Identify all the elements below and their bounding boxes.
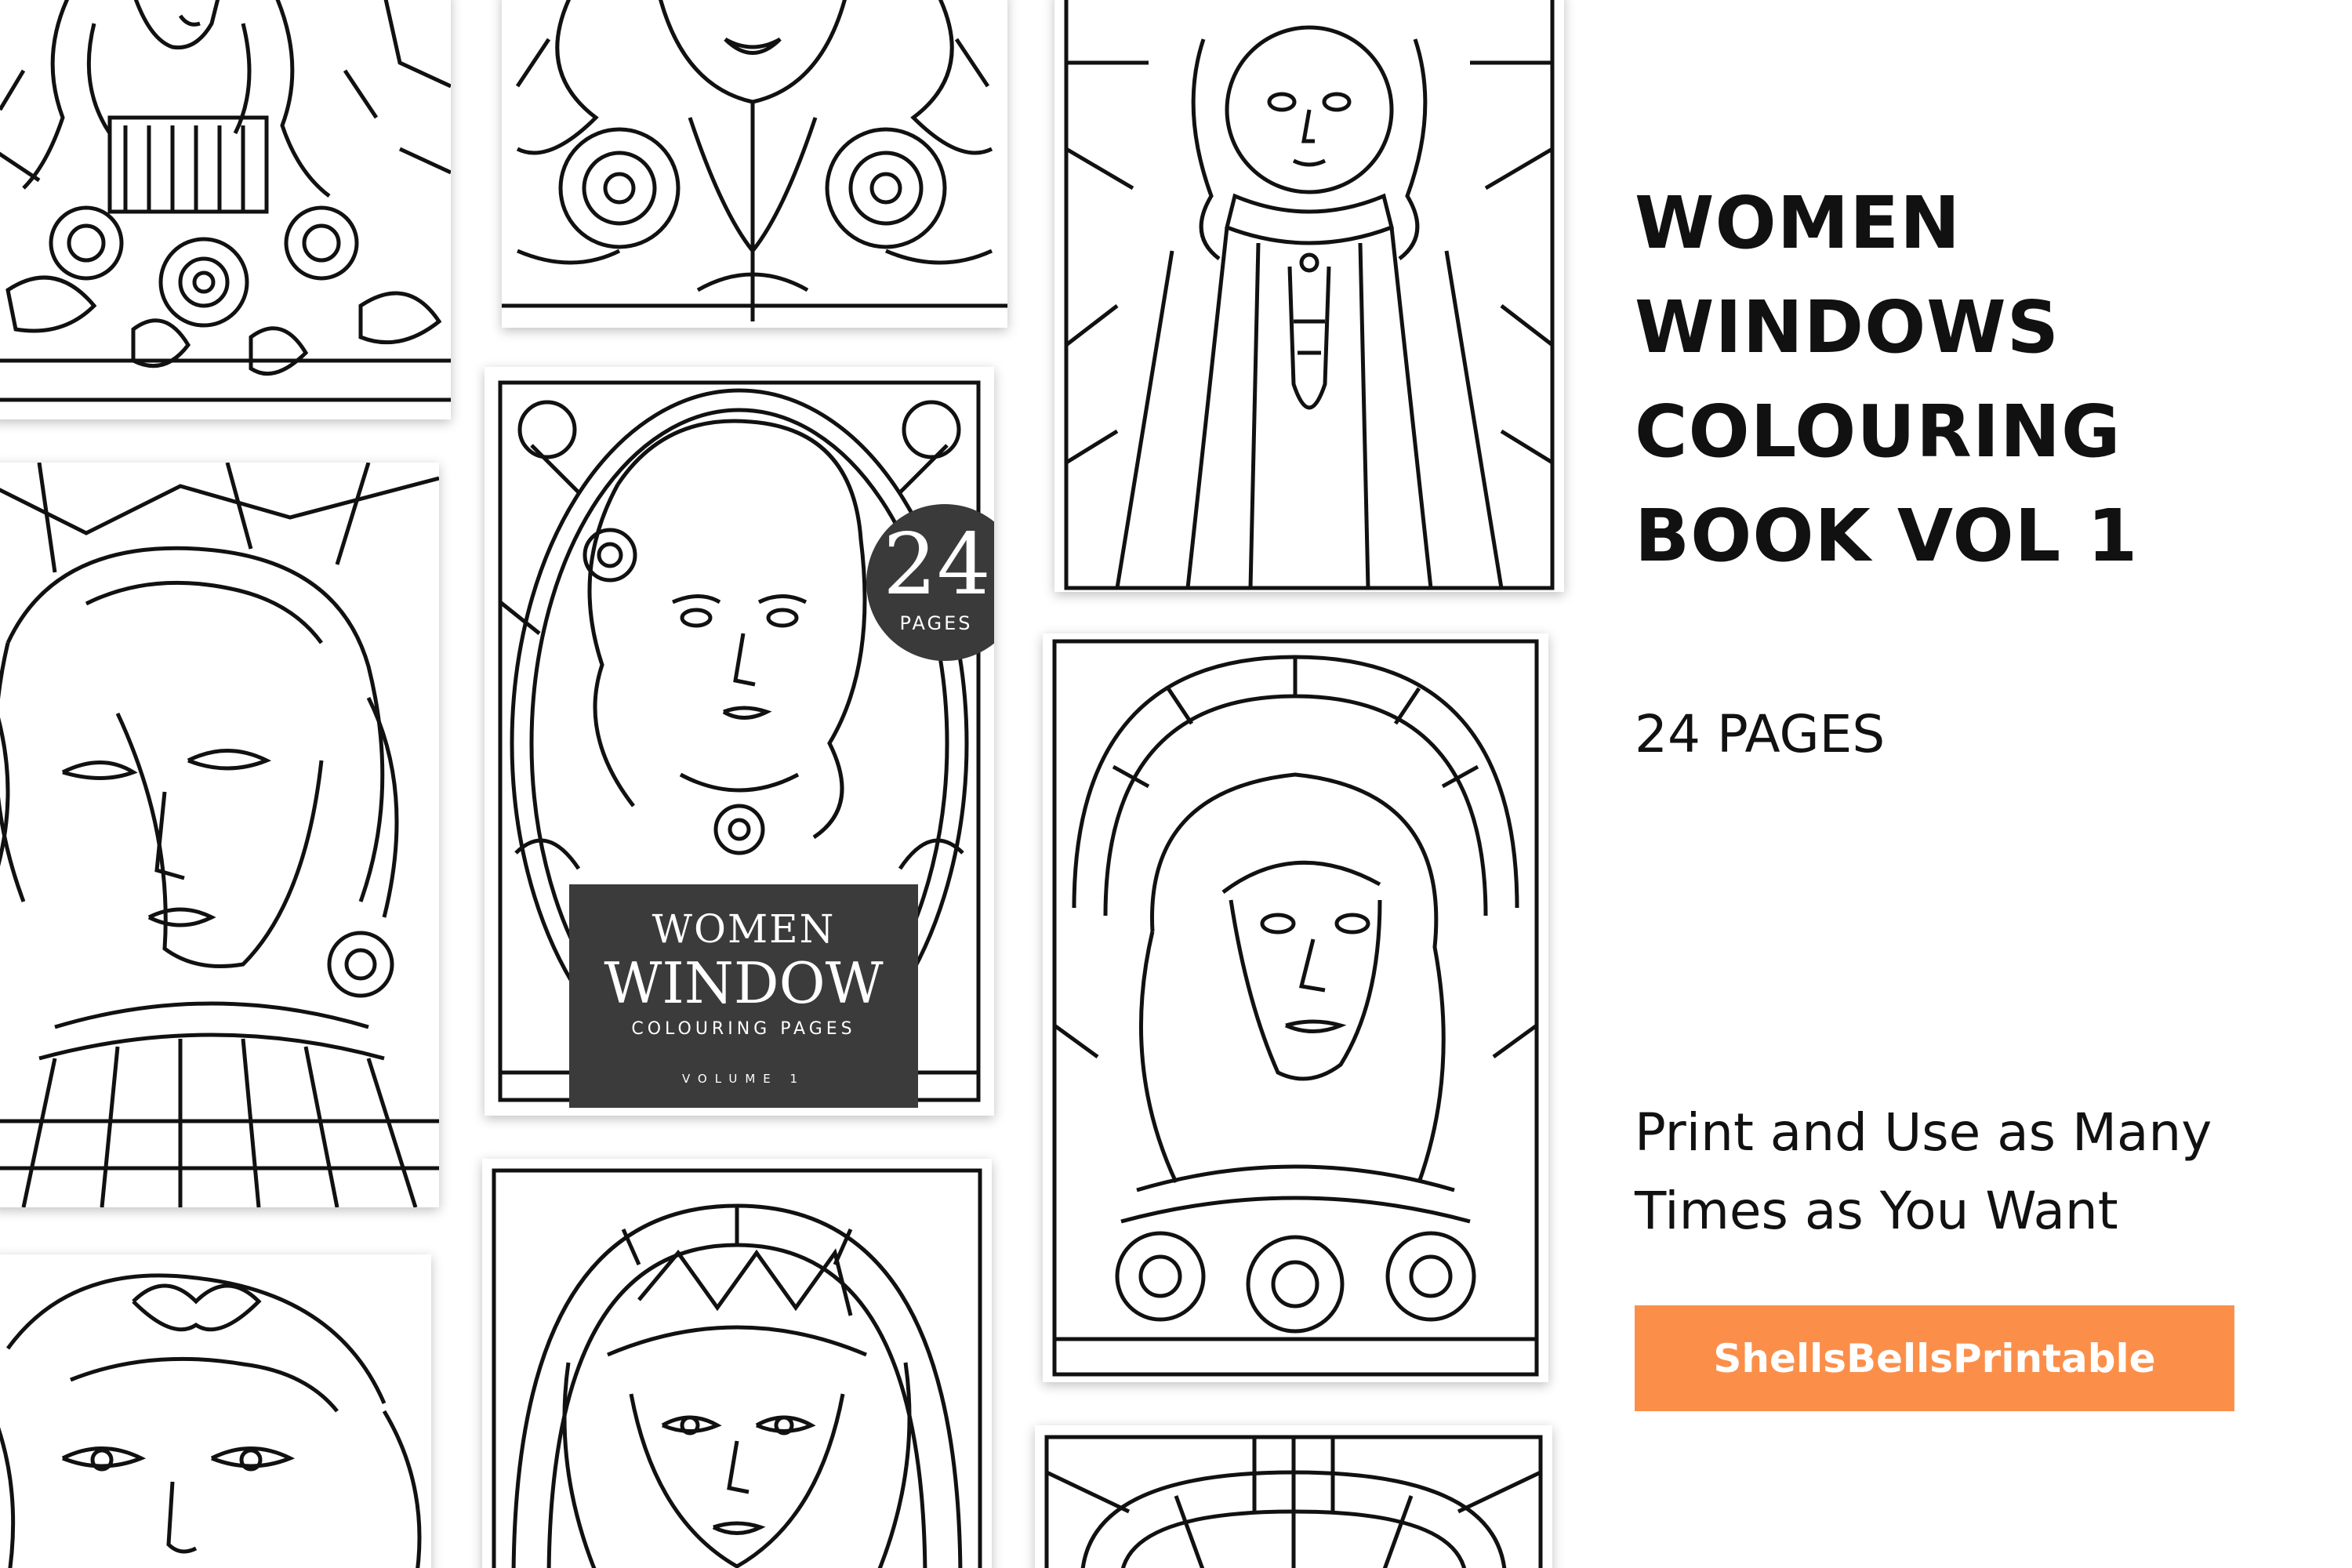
cover-subtitle: COLOURING PAGES (631, 1019, 856, 1039)
line-art-illustration (0, 0, 451, 402)
cover-title-line2: WINDOW (604, 950, 884, 1016)
line-art-illustration (492, 1168, 982, 1568)
product-title-line: WINDOWS (1635, 285, 2060, 369)
product-info-panel: WOMEN WINDOWS COLOURING BOOK VOL 1 24 PA… (1635, 0, 2325, 1568)
book-cover-preview: 24 PAGES WOMEN WINDOW COLOURING PAGES VO… (485, 367, 994, 1116)
coloring-page-preview-8 (1035, 1425, 1552, 1568)
line-art-illustration (1064, 0, 1555, 590)
page-count-text: 24 PAGES (1635, 704, 1886, 764)
tagline-line: Times as You Want (1635, 1181, 2118, 1241)
cover-title-line1: WOMEN (652, 906, 836, 952)
line-art-illustration (1044, 1435, 1543, 1568)
line-art-illustration (0, 463, 439, 1207)
line-art-illustration (0, 1273, 422, 1568)
product-title-line: WOMEN (1635, 181, 1962, 265)
tagline: Print and Use as Many Times as You Want (1635, 1094, 2212, 1250)
coloring-page-preview-3 (1054, 0, 1564, 592)
coloring-page-preview-1 (0, 0, 451, 419)
coloring-page-preview-5 (1043, 633, 1548, 1382)
coloring-page-preview-7 (482, 1159, 992, 1568)
line-art-illustration (502, 0, 1007, 321)
product-title-line: BOOK VOL 1 (1635, 494, 2139, 578)
coloring-page-preview-4 (0, 463, 439, 1207)
cover-title-panel: WOMEN WINDOW COLOURING PAGES VOLUME 1 (569, 884, 918, 1108)
tagline-line: Print and Use as Many (1635, 1102, 2212, 1163)
badge-label: PAGES (899, 612, 973, 634)
line-art-illustration (1052, 639, 1539, 1377)
coloring-page-preview-6 (0, 1254, 431, 1568)
product-title-line: COLOURING (1635, 390, 2122, 474)
cover-volume: VOLUME 1 (681, 1072, 806, 1086)
coloring-page-preview-2 (502, 0, 1007, 328)
product-title: WOMEN WINDOWS COLOURING BOOK VOL 1 (1635, 171, 2138, 588)
badge-number: 24 (883, 516, 991, 614)
shop-name-button[interactable]: ShellsBellsPrintable (1635, 1305, 2234, 1411)
